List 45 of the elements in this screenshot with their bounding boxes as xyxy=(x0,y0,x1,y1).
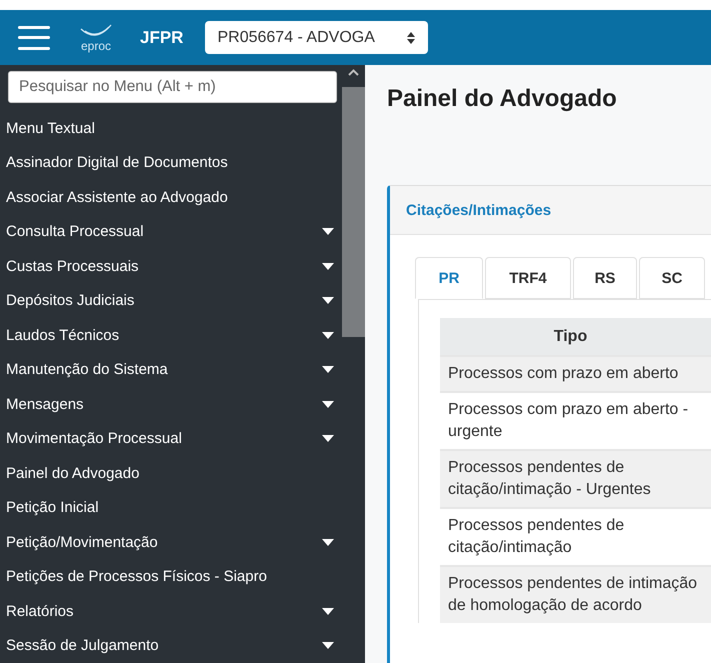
tab[interactable]: PR xyxy=(415,257,483,299)
table-cell: Processos com prazo em aberto xyxy=(440,356,711,392)
caret-down-icon xyxy=(322,435,334,442)
menu-item[interactable]: Mensagens xyxy=(6,386,336,422)
scrollbar[interactable] xyxy=(342,65,365,663)
caret-down-icon xyxy=(322,366,334,374)
table-cell: Processos pendentes de citação/intimação - Urgentes xyxy=(440,450,711,508)
menu-item[interactable]: Petição Inicial xyxy=(6,490,336,525)
caret-down-icon xyxy=(322,228,334,236)
menu-item[interactable]: Laudos Técnicos xyxy=(6,318,336,352)
menu-item[interactable]: Assinador Digital de Documentos xyxy=(6,145,336,180)
menu-item[interactable]: Associar Assistente ao Advogado xyxy=(6,180,336,214)
profile-select[interactable]: PR056674 - ADVOGA xyxy=(205,21,428,54)
menu-item[interactable]: Manutenção do Sistema xyxy=(6,352,336,387)
section-label: JFPR xyxy=(140,28,184,48)
sort-caret-icon xyxy=(406,30,416,44)
menu-item[interactable]: Relatórios xyxy=(6,594,336,628)
caret-down-icon xyxy=(322,262,334,270)
column-header: Tipo xyxy=(440,318,711,356)
tab[interactable]: TRF4 xyxy=(485,257,571,299)
menu-item[interactable]: Movimentação Processual xyxy=(6,421,336,456)
caret-down-icon xyxy=(322,608,334,615)
menu-item[interactable]: Custas Processuais xyxy=(6,248,336,284)
page-title: Painel do Advogado xyxy=(387,85,618,113)
caret-down-icon xyxy=(322,332,334,339)
menu-item[interactable]: Consulta Processual xyxy=(6,214,336,249)
tab[interactable]: RS xyxy=(573,257,637,299)
card-title: Citações/Intimações xyxy=(406,202,552,218)
table-cell: Processos pendentes de citação/intimação xyxy=(440,508,711,566)
menu-item[interactable]: Menu Textual xyxy=(6,110,336,146)
table-cell: Processos com prazo em aberto - urgente xyxy=(440,392,711,450)
caret-down-icon xyxy=(322,400,334,408)
logo[interactable]: eproc xyxy=(76,22,116,52)
menu-item[interactable]: Sessão de Julgamento xyxy=(6,628,336,663)
caret-down-icon xyxy=(322,297,334,304)
menu-item[interactable]: Petição/Movimentação xyxy=(6,524,336,560)
menu-button[interactable] xyxy=(18,26,50,50)
caret-down-icon xyxy=(322,642,334,650)
table-cell: Processos pendentes de intimação de homologação de acordo xyxy=(440,566,711,623)
menu-item[interactable]: Depósitos Judiciais xyxy=(6,283,336,318)
menu-item[interactable]: Petições de Processos Físicos - Siapro xyxy=(6,559,336,594)
caret-down-icon xyxy=(322,538,334,546)
tab[interactable]: SC xyxy=(639,257,705,299)
menu-item[interactable]: Painel do Advogado xyxy=(6,456,336,490)
menu-search-field[interactable]: Pesquisar no Menu (Alt + m) xyxy=(8,71,337,103)
